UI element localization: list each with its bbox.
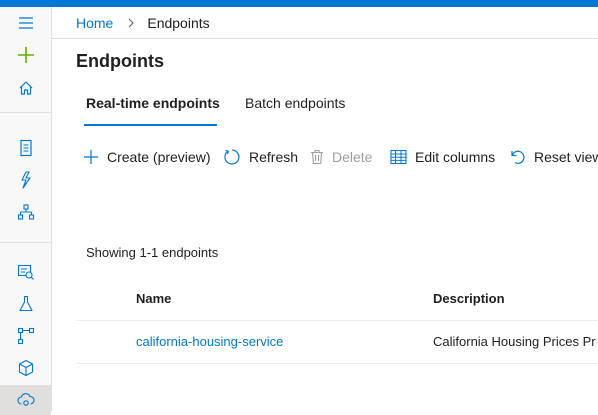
models-icon[interactable] bbox=[0, 353, 51, 383]
create-preview-button[interactable]: Create (preview) bbox=[83, 146, 210, 168]
plus-icon[interactable] bbox=[0, 40, 51, 70]
breadcrumb-home-link[interactable]: Home bbox=[76, 15, 113, 31]
refresh-button[interactable]: Refresh bbox=[223, 146, 298, 168]
column-header-description[interactable]: Description bbox=[433, 291, 505, 306]
results-count: Showing 1-1 endpoints bbox=[86, 245, 219, 260]
designer-icon[interactable] bbox=[0, 197, 51, 227]
hamburger-icon[interactable] bbox=[0, 8, 51, 38]
reset-view-label: Reset view bbox=[534, 149, 598, 165]
experiments-icon[interactable] bbox=[0, 289, 51, 319]
tab-batch-endpoints[interactable]: Batch endpoints bbox=[245, 95, 345, 111]
trash-icon bbox=[310, 149, 324, 165]
undo-icon bbox=[510, 149, 526, 165]
home-icon[interactable] bbox=[0, 73, 51, 103]
breadcrumb-current: Endpoints bbox=[147, 14, 210, 31]
pipelines-icon[interactable] bbox=[0, 321, 51, 351]
automated-ml-icon[interactable] bbox=[0, 165, 51, 195]
refresh-icon bbox=[223, 148, 241, 166]
table-columns-icon bbox=[390, 149, 407, 165]
endpoint-description: California Housing Prices Pr bbox=[433, 334, 596, 349]
selected-tab-indicator bbox=[84, 124, 217, 126]
column-header-name[interactable]: Name bbox=[136, 291, 171, 306]
top-accent-bar bbox=[0, 0, 598, 7]
datasets-icon[interactable] bbox=[0, 257, 51, 287]
create-preview-label: Create (preview) bbox=[107, 149, 211, 165]
header-divider bbox=[76, 320, 598, 321]
reset-view-button[interactable]: Reset view bbox=[510, 146, 598, 168]
chevron-right-icon bbox=[127, 18, 135, 28]
delete-label: Delete bbox=[332, 149, 373, 165]
delete-button[interactable]: Delete bbox=[310, 146, 372, 168]
plus-icon bbox=[83, 149, 99, 165]
refresh-label: Refresh bbox=[249, 149, 299, 165]
notebook-icon[interactable] bbox=[0, 133, 51, 163]
page-title: Endpoints bbox=[76, 51, 164, 71]
breadcrumb: Home Endpoints bbox=[52, 7, 598, 39]
row-divider bbox=[76, 363, 598, 364]
nav-divider bbox=[0, 112, 51, 113]
endpoint-name-link[interactable]: california-housing-service bbox=[136, 334, 283, 349]
edit-columns-button[interactable]: Edit columns bbox=[390, 146, 495, 168]
nav-divider bbox=[0, 242, 51, 243]
edit-columns-label: Edit columns bbox=[415, 149, 496, 165]
left-navigation bbox=[0, 7, 52, 415]
tab-real-time-endpoints[interactable]: Real-time endpoints bbox=[86, 95, 220, 111]
